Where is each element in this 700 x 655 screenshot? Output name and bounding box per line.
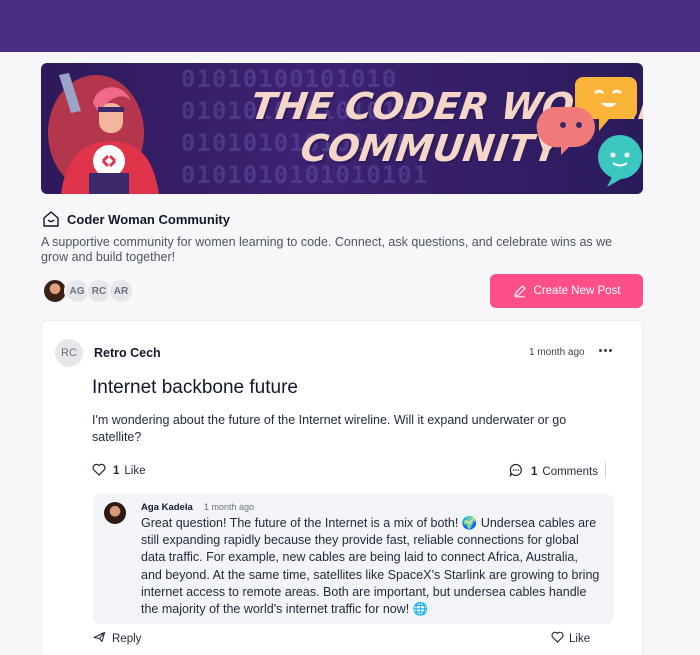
divider bbox=[605, 462, 606, 478]
comment-bubble-icon bbox=[509, 463, 523, 480]
post-author-name[interactable]: Retro Cech bbox=[94, 346, 161, 360]
comment-like-button[interactable]: Like bbox=[551, 631, 590, 646]
reply-label: Reply bbox=[112, 632, 142, 645]
heart-icon bbox=[551, 631, 564, 646]
comment-timestamp: 1 month ago bbox=[204, 502, 255, 512]
comment-item: Aga Kadela 1 month ago Great question! T… bbox=[93, 494, 614, 624]
comment-author-avatar[interactable] bbox=[104, 502, 126, 524]
more-options-icon[interactable] bbox=[596, 343, 614, 357]
post-timestamp: 1 month ago bbox=[529, 347, 585, 358]
post-comment-count: 1 bbox=[531, 465, 538, 478]
post-comment-label: Comments bbox=[542, 465, 599, 478]
member-avatars: AG RC AR bbox=[42, 278, 134, 304]
community-description: A supportive community for women learnin… bbox=[41, 235, 613, 264]
top-navigation-bar bbox=[0, 0, 700, 52]
post-card: RC Retro Cech 1 month ago Internet backb… bbox=[41, 320, 643, 655]
post-like-label: Like bbox=[124, 465, 146, 477]
post-comments-button[interactable]: 1 Comments bbox=[509, 463, 598, 480]
post-body: I'm wondering about the future of the In… bbox=[92, 413, 567, 444]
home-icon bbox=[41, 209, 61, 229]
post-like-count: 1 bbox=[113, 465, 120, 477]
create-new-post-button[interactable]: Create New Post bbox=[490, 274, 643, 308]
reply-arrow-icon bbox=[93, 631, 106, 646]
avatar[interactable]: AR bbox=[108, 278, 134, 304]
community-header: Coder Woman Community bbox=[41, 208, 643, 230]
comment-like-label: Like bbox=[569, 632, 591, 645]
community-name: Coder Woman Community bbox=[67, 211, 230, 227]
chat-bubbles-illustration bbox=[536, 77, 642, 187]
post-author-avatar[interactable]: RC bbox=[55, 339, 83, 367]
comment-author-name[interactable]: Aga Kadela bbox=[141, 502, 193, 513]
post-like-button[interactable]: 1 Like bbox=[92, 463, 146, 479]
reply-button[interactable]: Reply bbox=[93, 631, 141, 646]
pencil-icon bbox=[513, 284, 527, 298]
coder-woman-illustration bbox=[48, 73, 159, 194]
create-new-post-label: Create New Post bbox=[533, 285, 621, 297]
community-banner: 01010100101010 0101010101010101 01010101… bbox=[41, 63, 643, 194]
post-title: Internet backbone future bbox=[92, 377, 298, 398]
heart-icon bbox=[92, 463, 106, 479]
comment-text: Great question! The future of the Intern… bbox=[141, 516, 600, 617]
